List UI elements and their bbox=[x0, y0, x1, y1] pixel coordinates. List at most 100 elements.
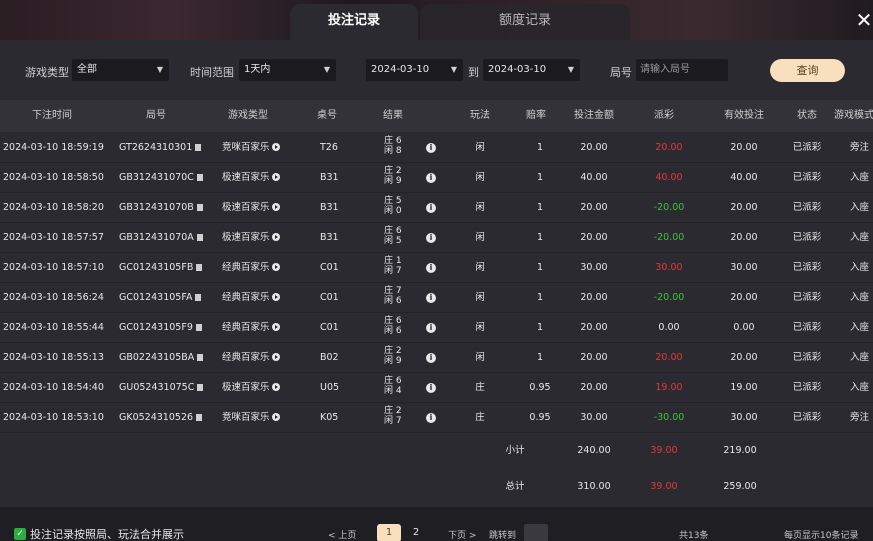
merge-checkbox[interactable]: ✓ bbox=[14, 528, 26, 540]
info-icon[interactable]: i bbox=[426, 263, 436, 273]
jump-page-input[interactable] bbox=[524, 524, 548, 541]
play-icon[interactable] bbox=[271, 293, 280, 301]
page-2-button[interactable]: 2 bbox=[404, 524, 428, 541]
info-icon[interactable]: i bbox=[426, 233, 436, 243]
table-row[interactable]: 2024-03-10 18:59:19 GT2624310301 竞咪百家乐 T26 庄… bbox=[0, 133, 873, 163]
status: 已派彩 bbox=[792, 262, 822, 273]
odds: 1 bbox=[536, 352, 544, 363]
play-type: 闲 bbox=[475, 262, 485, 273]
status: 已派彩 bbox=[792, 412, 822, 423]
game-type-cell: 极速百家乐 bbox=[222, 163, 292, 193]
round-id-cell: GB312431070A bbox=[119, 223, 209, 253]
time-range-select[interactable]: 1天内 ▼ bbox=[239, 59, 336, 81]
info-icon[interactable]: i bbox=[426, 323, 436, 333]
payout: -20.00 bbox=[653, 232, 685, 243]
query-button[interactable]: 查询 bbox=[770, 59, 845, 82]
play-icon[interactable] bbox=[271, 143, 280, 151]
round-id-cell: GB312431070C bbox=[119, 163, 209, 193]
info-icon[interactable]: i bbox=[426, 353, 436, 363]
play-icon[interactable] bbox=[271, 173, 280, 181]
table-no: C01 bbox=[320, 262, 339, 273]
play-icon[interactable] bbox=[271, 203, 280, 211]
play-icon[interactable] bbox=[271, 263, 280, 271]
info-icon[interactable]: i bbox=[426, 413, 436, 423]
game-type-select[interactable]: 全部 ▼ bbox=[72, 59, 169, 81]
play-icon[interactable] bbox=[271, 353, 280, 361]
copy-icon[interactable] bbox=[195, 294, 202, 301]
odds: 1 bbox=[536, 232, 544, 243]
banker-result: 庄 7 bbox=[384, 286, 402, 296]
table-row[interactable]: 2024-03-10 18:55:44 GC01243105F9 经典百家乐 C01 庄… bbox=[0, 313, 873, 343]
round-id: GB02243105BA bbox=[119, 352, 195, 363]
bet-time: 2024-03-10 18:54:40 bbox=[3, 382, 104, 393]
table-row[interactable]: 2024-03-10 18:57:57 GB312431070A 极速百家乐 B31 庄… bbox=[0, 223, 873, 253]
total-label: 总计 bbox=[505, 481, 525, 492]
copy-icon[interactable] bbox=[195, 324, 202, 331]
info-icon[interactable]: i bbox=[426, 173, 436, 183]
table-row[interactable]: 2024-03-10 18:58:50 GB312431070C 极速百家乐 B31 庄… bbox=[0, 163, 873, 193]
player-result: 闲 0 bbox=[384, 206, 402, 216]
page-1-button[interactable]: 1 bbox=[377, 524, 401, 541]
bet-amount: 20.00 bbox=[580, 352, 608, 363]
banker-result: 庄 2 bbox=[384, 406, 402, 416]
play-type: 庄 bbox=[475, 382, 485, 393]
total-amount: 310.00 bbox=[577, 481, 611, 492]
valid-bet: 20.00 bbox=[730, 292, 758, 303]
game-mode: 旁注 bbox=[850, 142, 870, 153]
round-id-cell: GC01243105F9 bbox=[119, 313, 209, 343]
tab-bar: 额度记录 投注记录 ✕ bbox=[0, 0, 873, 40]
date-to-select[interactable]: 2024-03-10 ▼ bbox=[483, 59, 580, 81]
copy-icon[interactable] bbox=[196, 204, 203, 211]
odds: 1 bbox=[536, 322, 544, 333]
table-row[interactable]: 2024-03-10 18:58:20 GB312431070B 极速百家乐 B31 庄… bbox=[0, 193, 873, 223]
table-row[interactable]: 2024-03-10 18:55:13 GB02243105BA 经典百家乐 B02 庄… bbox=[0, 343, 873, 373]
round-id-cell: GB312431070B bbox=[119, 193, 209, 223]
copy-icon[interactable] bbox=[196, 174, 203, 181]
game-mode: 入座 bbox=[850, 232, 870, 243]
status: 已派彩 bbox=[792, 382, 822, 393]
status: 已派彩 bbox=[792, 142, 822, 153]
result-cards: 庄 5闲 0 bbox=[384, 196, 406, 220]
play-icon[interactable] bbox=[271, 383, 280, 391]
col-play: 玩法 bbox=[470, 110, 490, 121]
play-icon[interactable] bbox=[271, 323, 280, 331]
table-no: B02 bbox=[320, 352, 339, 363]
round-input[interactable] bbox=[636, 59, 728, 81]
table-row[interactable]: 2024-03-10 18:53:10 GK0524310526 竞咪百家乐 K05 庄… bbox=[0, 403, 873, 433]
footer-bar: ✓ 投注记录按照局、玩法合并展示 < 上页 1 2 下页 > 跳转到 共13条 … bbox=[0, 507, 873, 541]
banker-result: 庄 2 bbox=[384, 346, 402, 356]
status: 已派彩 bbox=[792, 232, 822, 243]
info-icon[interactable]: i bbox=[426, 203, 436, 213]
game-type: 经典百家乐 bbox=[222, 292, 270, 303]
table-no: B31 bbox=[320, 172, 339, 183]
tab-bet-records[interactable]: 投注记录 bbox=[290, 4, 418, 40]
play-type: 闲 bbox=[475, 352, 485, 363]
table-row[interactable]: 2024-03-10 18:56:24 GC01243105FA 经典百家乐 C01 庄… bbox=[0, 283, 873, 313]
tab-credit-records[interactable]: 额度记录 bbox=[420, 4, 630, 40]
subtotal-valid: 219.00 bbox=[723, 445, 757, 456]
play-icon[interactable] bbox=[271, 233, 280, 241]
close-icon[interactable]: ✕ bbox=[855, 8, 873, 32]
info-icon[interactable]: i bbox=[426, 143, 436, 153]
bet-time: 2024-03-10 18:57:10 bbox=[3, 262, 104, 273]
col-bet-time: 下注时间 bbox=[32, 110, 72, 121]
copy-icon[interactable] bbox=[195, 144, 202, 151]
copy-icon[interactable] bbox=[197, 384, 204, 391]
date-from-select[interactable]: 2024-03-10 ▼ bbox=[366, 59, 463, 81]
info-icon[interactable]: i bbox=[426, 383, 436, 393]
copy-icon[interactable] bbox=[196, 414, 203, 421]
prev-page-button[interactable]: < 上页 bbox=[328, 528, 356, 541]
copy-icon[interactable] bbox=[196, 264, 203, 271]
game-type-cell: 经典百家乐 bbox=[222, 283, 292, 313]
play-type: 闲 bbox=[475, 322, 485, 333]
play-icon[interactable] bbox=[271, 413, 280, 421]
copy-icon[interactable] bbox=[196, 234, 203, 241]
copy-icon[interactable] bbox=[197, 354, 204, 361]
banker-result: 庄 6 bbox=[384, 316, 402, 326]
info-icon[interactable]: i bbox=[426, 293, 436, 303]
table-row[interactable]: 2024-03-10 18:57:10 GC01243105FB 经典百家乐 C01 庄… bbox=[0, 253, 873, 283]
table-row[interactable]: 2024-03-10 18:54:40 GU052431075C 极速百家乐 U05 庄… bbox=[0, 373, 873, 403]
game-type-value: 全部 bbox=[77, 64, 97, 75]
next-page-button[interactable]: 下页 > bbox=[448, 528, 476, 541]
banker-result: 庄 5 bbox=[384, 196, 402, 206]
